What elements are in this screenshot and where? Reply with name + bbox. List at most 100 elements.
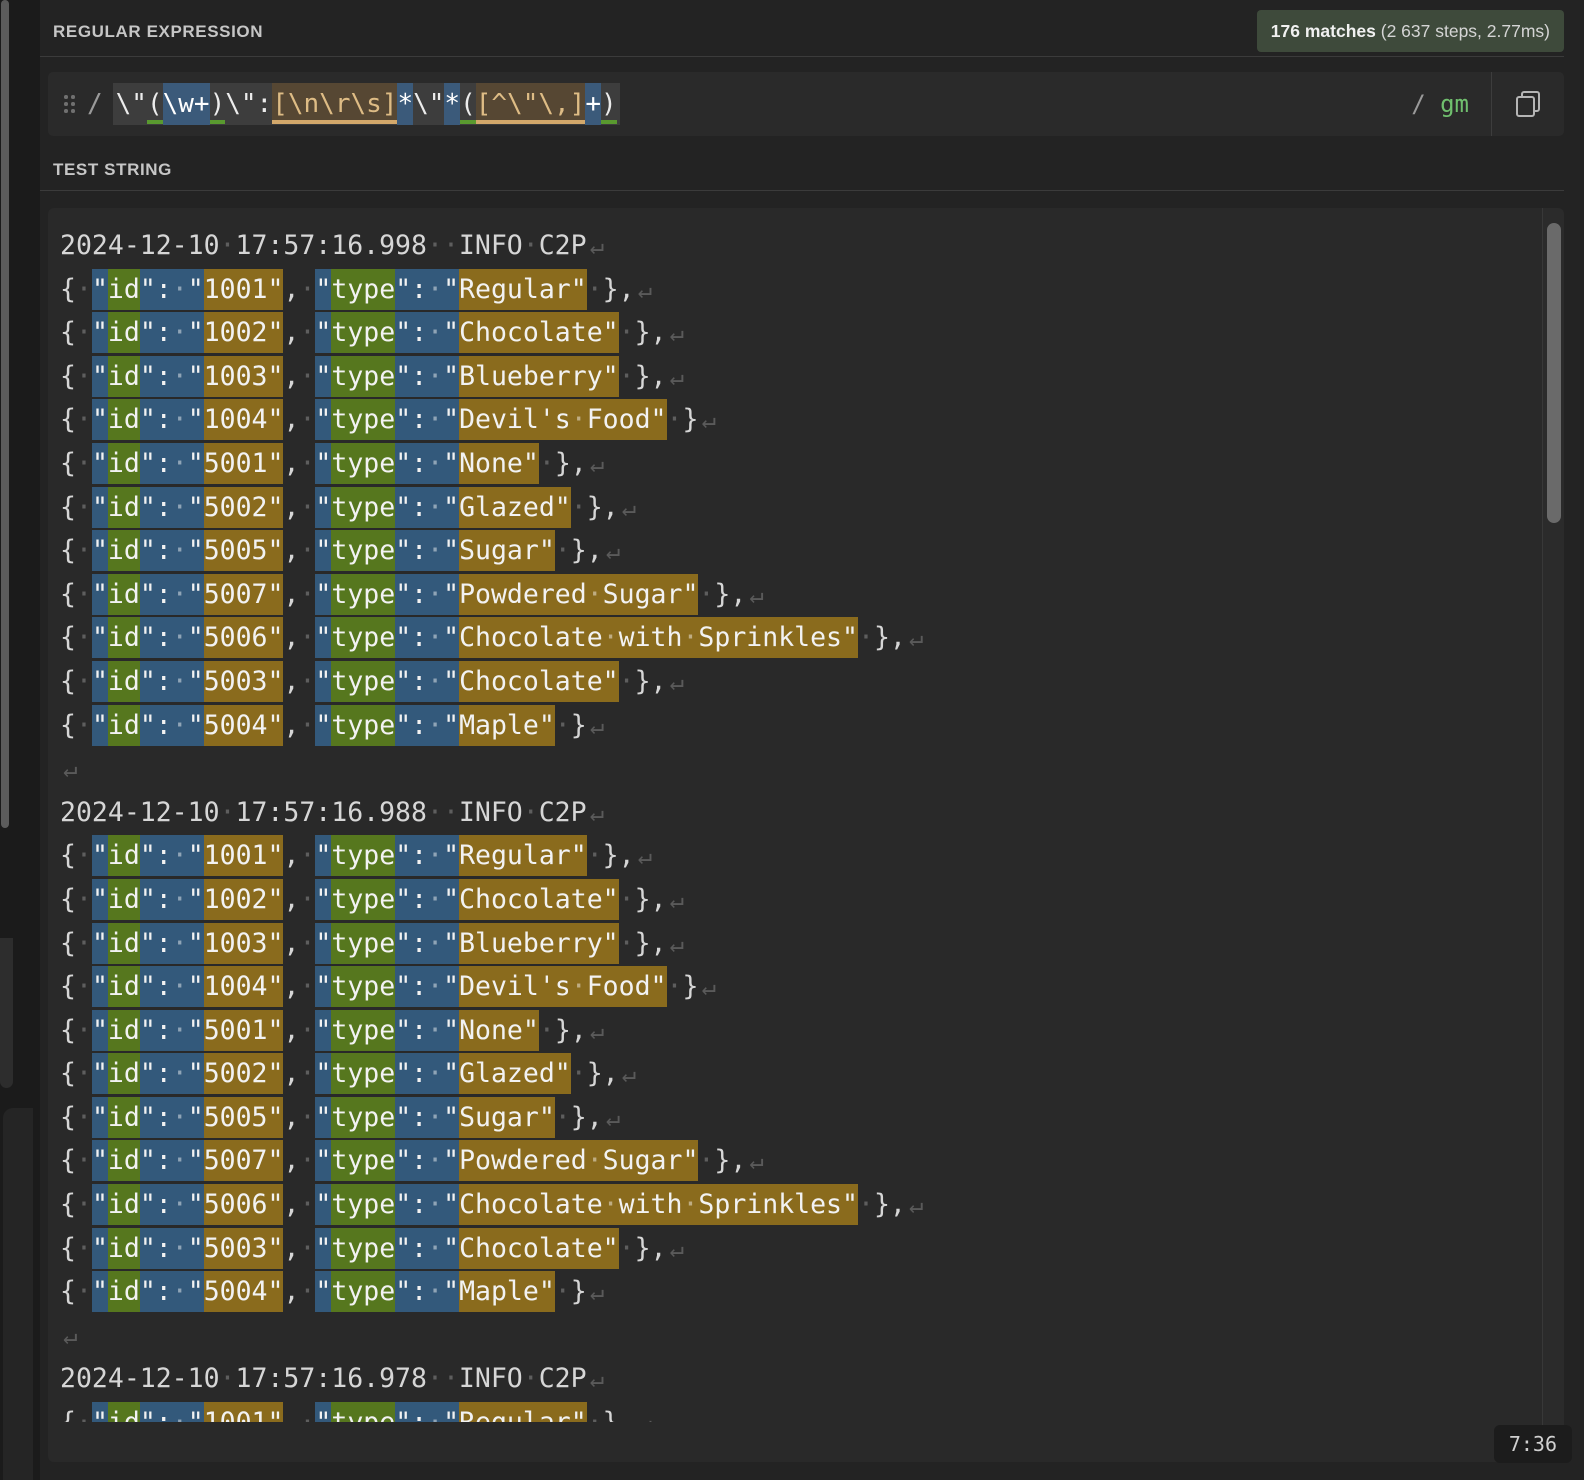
match-highlight: ":·" [140, 269, 204, 310]
match-highlight: " [92, 1010, 108, 1051]
newline-icon: ↵ [587, 232, 604, 260]
match-highlight: " [315, 1402, 331, 1422]
match-highlight: ":·" [140, 1140, 204, 1181]
match-highlight: " [92, 1271, 108, 1312]
match-highlight: ":·" [140, 879, 204, 920]
match-highlight: ":·" [140, 1271, 204, 1312]
match-highlight: " [315, 835, 331, 876]
match-highlight: " [315, 1053, 331, 1094]
match-highlight: " [92, 269, 108, 310]
test-string-editor[interactable]: 2024-12-10·17:57:16.998··INFO·C2P↵ {·"id"… [48, 208, 1542, 1422]
group2-highlight: None" [459, 443, 539, 484]
group1-highlight: id [108, 1010, 140, 1051]
match-highlight: ":·" [395, 1010, 459, 1051]
group2-highlight: Chocolate" [459, 1228, 619, 1269]
group1-highlight: type [331, 879, 395, 920]
match-highlight: ":·" [395, 1271, 459, 1312]
match-highlight: " [92, 966, 108, 1007]
regex-token: \w+ [163, 83, 210, 125]
group1-highlight: id [108, 312, 140, 353]
match-highlight: " [92, 705, 108, 746]
test-string-line: {·"id":·"1002",·"type":·"Chocolate"·},↵ [60, 878, 1542, 922]
match-highlight: ":·" [395, 1140, 459, 1181]
match-highlight: ":·" [395, 574, 459, 615]
group2-highlight: Powdered·Sugar" [459, 574, 698, 615]
match-highlight: " [92, 661, 108, 702]
group1-highlight: id [108, 1184, 140, 1225]
group2-highlight: Chocolate" [459, 312, 619, 353]
newline-icon: ↵ [906, 624, 923, 652]
regex-pattern-text[interactable]: \"(\w+)\":[\n\r\s]*\"*([^\"\,]+) [113, 89, 620, 119]
group1-highlight: type [331, 530, 395, 571]
group1-highlight: type [331, 661, 395, 702]
newline-icon: ↵ [906, 1191, 923, 1219]
regex-input[interactable]: / \"(\w+)\":[\n\r\s]*\"*([^\"\,]+) / gm [48, 72, 1564, 136]
test-string-scrollbar-thumb[interactable] [1547, 223, 1561, 523]
regex-token: \": [225, 89, 272, 119]
match-highlight: " [315, 1010, 331, 1051]
group2-highlight: Glazed" [459, 1053, 571, 1094]
test-string-line: 2024-12-10·17:57:16.988··INFO·C2P↵ [60, 791, 1542, 835]
group1-highlight: id [108, 1140, 140, 1181]
match-steps-text: (2 637 steps, 2.77ms) [1376, 21, 1550, 41]
newline-icon: ↵ [746, 1147, 763, 1175]
test-string-scrollbar-track[interactable] [1542, 208, 1564, 1462]
group1-highlight: type [331, 312, 395, 353]
group1-highlight: type [331, 1010, 395, 1051]
match-highlight: ":·" [140, 835, 204, 876]
test-string-line: {·"id":·"1001",·"type":·"Regular"·},↵ [60, 1401, 1542, 1422]
drag-handle-icon[interactable] [64, 95, 75, 113]
match-highlight: ":·" [140, 923, 204, 964]
match-highlight: " [92, 487, 108, 528]
regular-expression-label: REGULAR EXPRESSION [53, 22, 263, 42]
match-highlight: ":·" [395, 356, 459, 397]
match-highlight: ":·" [140, 443, 204, 484]
newline-icon: ↵ [667, 363, 684, 391]
regex-token: \" [116, 89, 147, 119]
window-scrollbar-thumb[interactable] [1, 0, 9, 828]
test-string-line: {·"id":·"5003",·"type":·"Chocolate"·},↵ [60, 1227, 1542, 1271]
match-highlight: " [92, 574, 108, 615]
match-highlight: ":·" [140, 661, 204, 702]
group1-highlight: id [108, 1053, 140, 1094]
test-string-line: {·"id":·"1003",·"type":·"Blueberry"·},↵ [60, 922, 1542, 966]
test-string-line: {·"id":·"5004",·"type":·"Maple"·}↵ [60, 704, 1542, 748]
match-highlight: ":·" [140, 1184, 204, 1225]
group2-highlight: Regular" [459, 269, 587, 310]
group1-highlight: type [331, 399, 395, 440]
group2-highlight: Sugar" [459, 1097, 555, 1138]
regex-token: ( [147, 89, 163, 124]
group1-highlight: id [108, 835, 140, 876]
group2-highlight: Devil's·Food" [459, 966, 666, 1007]
match-highlight: " [92, 443, 108, 484]
match-highlight: " [315, 487, 331, 528]
test-string-panel: 2024-12-10·17:57:16.998··INFO·C2P↵ {·"id"… [48, 208, 1564, 1462]
match-highlight: ":·" [395, 312, 459, 353]
group1-highlight: type [331, 1228, 395, 1269]
test-string-line: {·"id":·"5005",·"type":·"Sugar"·},↵ [60, 1096, 1542, 1140]
test-string-line: 2024-12-10·17:57:16.998··INFO·C2P↵ [60, 224, 1542, 268]
group2-highlight: Chocolate" [459, 661, 619, 702]
match-highlight: " [315, 617, 331, 658]
group1-highlight: id [108, 705, 140, 746]
match-highlight: ":·" [140, 574, 204, 615]
group2-highlight: Blueberry" [459, 356, 619, 397]
regex-token: ( [460, 89, 476, 124]
match-highlight: ":·" [140, 1010, 204, 1051]
copy-regex-button[interactable] [1492, 72, 1564, 136]
header-divider [40, 56, 1564, 57]
group2-highlight: 5001" [204, 443, 284, 484]
group1-highlight: id [108, 269, 140, 310]
regex-token: * [397, 83, 413, 125]
regex-token: + [585, 83, 601, 125]
newline-icon: ↵ [667, 930, 684, 958]
regex-token: * [444, 83, 460, 125]
left-panel-edge [0, 938, 13, 1088]
newline-icon: ↵ [619, 494, 636, 522]
test-string-line: {·"id":·"5005",·"type":·"Sugar"·},↵ [60, 529, 1542, 573]
group1-highlight: type [331, 443, 395, 484]
match-highlight: " [315, 530, 331, 571]
test-string-line: {·"id":·"1001",·"type":·"Regular"·},↵ [60, 268, 1542, 312]
match-highlight: " [92, 312, 108, 353]
regex-flags[interactable]: / gm [1411, 90, 1469, 118]
